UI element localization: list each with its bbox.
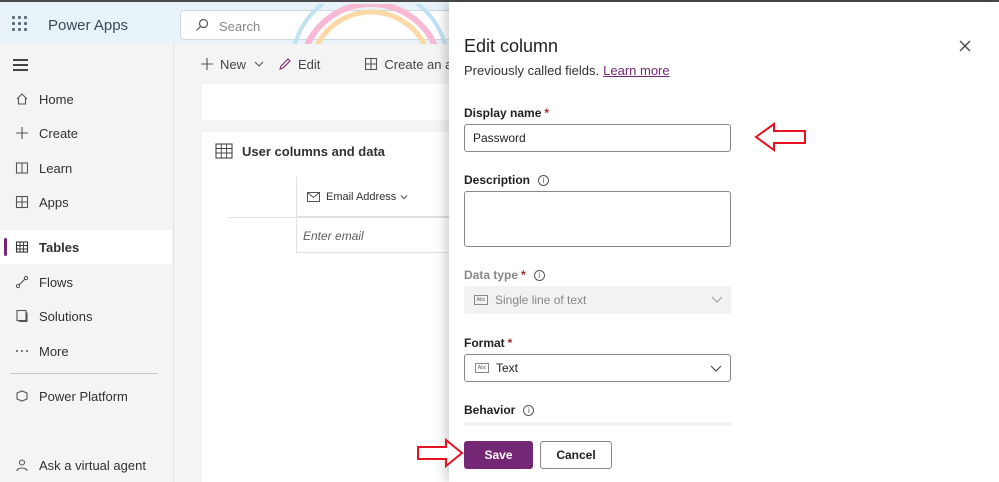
info-icon[interactable]: i: [538, 174, 550, 186]
edit-column-panel: Edit column Previously called fields. Lea…: [449, 2, 999, 482]
format-select[interactable]: Abc Text: [464, 354, 731, 382]
power-platform-icon: [13, 387, 31, 405]
panel-subtitle-text: Previously called fields.: [464, 63, 600, 78]
email-cell-input[interactable]: Enter email: [296, 217, 454, 253]
chevron-down-icon: [254, 61, 264, 67]
app-launcher-icon[interactable]: [12, 16, 28, 32]
sidebar-item-learn[interactable]: Learn: [0, 151, 172, 185]
book-icon: [13, 159, 31, 177]
text-format-icon: Abc: [475, 363, 489, 373]
column-header-label: Email Address: [326, 190, 397, 203]
required-asterisk: *: [521, 268, 526, 282]
sidebar-item-label: Home: [39, 91, 74, 107]
sidebar-item-label: Solutions: [39, 308, 93, 324]
table-icon: [13, 238, 31, 256]
panel-subtitle: Previously called fields. Learn more: [464, 63, 670, 78]
column-header-email[interactable]: Email Address: [296, 177, 454, 217]
data-type-label-text: Data type: [464, 268, 519, 282]
annotation-arrow-right-icon: [417, 437, 464, 469]
plus-icon: [13, 124, 31, 142]
chevron-down-icon: [400, 194, 408, 199]
behavior-field-edge: [464, 422, 731, 426]
display-name-input[interactable]: [464, 124, 731, 152]
sidebar-item-label: Create: [39, 125, 79, 141]
sidebar-item-ask-virtual-agent[interactable]: Ask a virtual agent: [0, 448, 172, 482]
sidebar-item-flows[interactable]: Flows: [0, 265, 172, 299]
sidebar-item-power-platform[interactable]: Power Platform: [0, 379, 172, 413]
new-button-label: New: [220, 56, 247, 72]
apps-icon: [13, 193, 31, 211]
display-name-label-text: Display name: [464, 106, 542, 120]
info-icon[interactable]: i: [533, 269, 545, 281]
sidebar-item-label: Learn: [39, 160, 73, 176]
behavior-label-text: Behavior: [464, 403, 516, 417]
table-info-card: [202, 84, 454, 120]
pencil-icon: [279, 58, 291, 70]
required-asterisk: *: [507, 336, 513, 350]
description-label: Description i: [464, 173, 550, 187]
app-grid-icon: [365, 57, 378, 71]
close-icon[interactable]: [957, 38, 973, 54]
home-icon: [13, 90, 31, 108]
description-label-text: Description: [464, 173, 531, 187]
search-icon: [196, 18, 209, 31]
chevron-down-icon: [710, 365, 722, 372]
description-textarea[interactable]: [464, 191, 731, 247]
sidebar-item-label: Flows: [39, 274, 73, 290]
nav-divider: [10, 373, 158, 374]
cancel-button[interactable]: Cancel: [540, 441, 612, 469]
sidebar-item-home[interactable]: Home: [0, 82, 172, 116]
behavior-label: Behavior i: [464, 403, 535, 417]
data-type-select: Abc Single line of text: [464, 286, 731, 314]
left-navigation: Home Create Learn Apps Tables Flows Solu…: [0, 44, 174, 482]
sidebar-item-label: Tables: [39, 239, 80, 255]
more-icon: [13, 342, 31, 360]
format-value: Text: [496, 361, 519, 375]
sidebar-item-solutions[interactable]: Solutions: [0, 299, 172, 333]
solutions-icon: [13, 307, 31, 325]
main-content: New Edit Create an app User columns and …: [174, 44, 467, 482]
flow-icon: [13, 273, 31, 291]
sidebar-item-label: Apps: [39, 194, 69, 210]
app-title[interactable]: Power Apps: [48, 17, 128, 34]
info-icon[interactable]: i: [523, 404, 535, 416]
data-type-label: Data type * i: [464, 268, 545, 282]
command-bar: New Edit Create an app: [174, 44, 467, 84]
sidebar-item-label: Power Platform: [39, 388, 128, 404]
edit-button-label: Edit: [298, 56, 321, 72]
learn-more-link[interactable]: Learn more: [603, 63, 669, 78]
plus-icon: [201, 58, 213, 70]
banner-decoration: [292, 4, 448, 48]
data-type-value: Single line of text: [495, 293, 587, 307]
search-placeholder: Search: [219, 19, 261, 34]
display-name-label: Display name *: [464, 106, 549, 120]
agent-icon: [13, 456, 31, 474]
sidebar-item-label: More: [39, 343, 69, 359]
text-type-icon: Abc: [474, 295, 488, 305]
hamburger-menu-icon[interactable]: [13, 59, 28, 74]
format-label: Format *: [464, 336, 512, 350]
card-title: User columns and data: [242, 144, 386, 159]
sidebar-item-more[interactable]: More: [0, 334, 172, 368]
annotation-arrow-left-icon: [754, 122, 806, 152]
user-columns-card: User columns and data Email Address Ente…: [202, 132, 454, 482]
format-label-text: Format: [464, 336, 505, 350]
panel-title: Edit column: [464, 36, 559, 56]
sidebar-item-tables[interactable]: Tables: [0, 230, 172, 264]
table-icon: [215, 143, 233, 159]
new-button[interactable]: New: [200, 57, 264, 72]
sidebar-item-label: Ask a virtual agent: [39, 457, 146, 473]
sidebar-item-apps[interactable]: Apps: [0, 185, 172, 219]
edit-button[interactable]: Edit: [278, 57, 320, 72]
chevron-down-icon: [711, 296, 723, 303]
sidebar-item-create[interactable]: Create: [0, 116, 172, 150]
required-asterisk: *: [544, 106, 550, 120]
mail-icon: [307, 191, 320, 202]
save-button[interactable]: Save: [464, 441, 533, 469]
